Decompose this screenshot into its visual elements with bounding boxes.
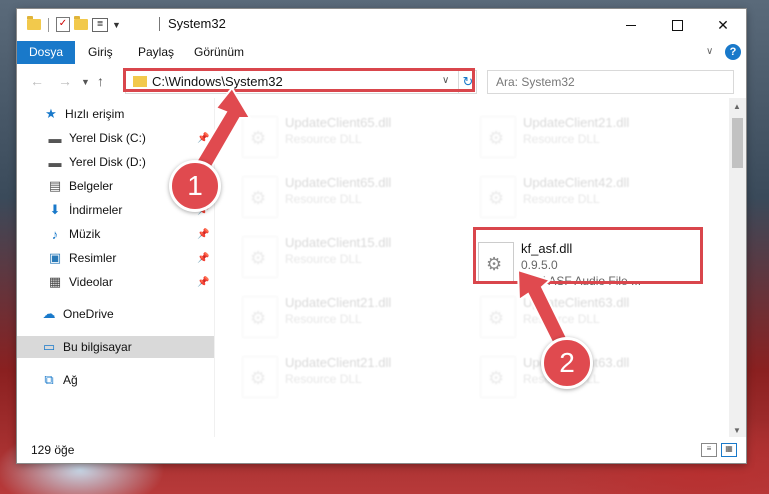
arrow-2 [516, 268, 570, 348]
arrow-1 [194, 86, 252, 172]
annotation-arrows [194, 86, 570, 348]
step-badge-2: 2 [541, 337, 593, 389]
step-badge-1: 1 [169, 160, 221, 212]
